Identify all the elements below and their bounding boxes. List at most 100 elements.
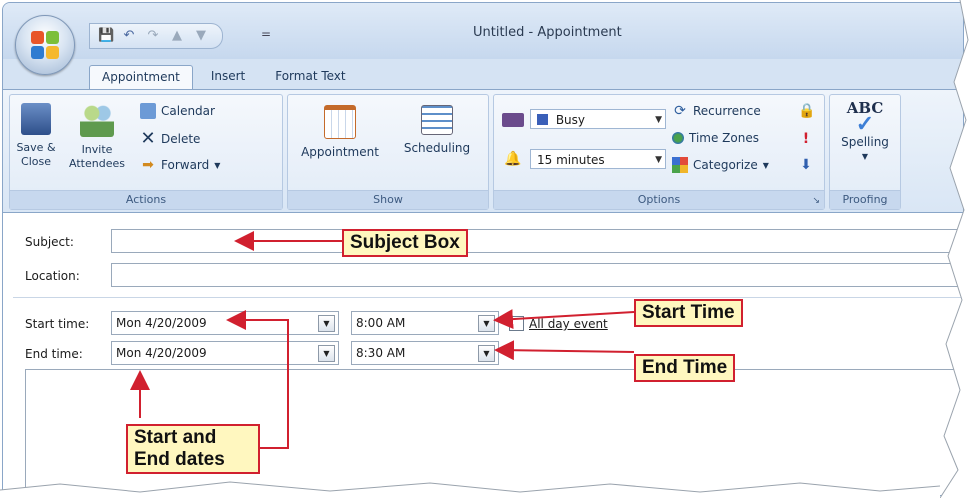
show-group: Appointment Scheduling Show — [287, 94, 670, 210]
calendar-label: Calendar — [161, 104, 215, 118]
recurrence-label: Recurrence — [693, 104, 761, 118]
appointment-label: Appointment — [301, 145, 379, 159]
outlook-appointment-window: 💾 ↶ ↷ ▲ ▼ = Untitled - Appointment Appoi… — [2, 2, 964, 496]
location-label: Location: — [25, 269, 80, 283]
busy-value: Busy — [555, 113, 586, 127]
redo-icon[interactable]: ↷ — [146, 29, 160, 43]
tab-format-text[interactable]: Format Text — [263, 65, 357, 89]
callout-subject-box: Subject Box — [342, 229, 468, 257]
scheduling-label: Scheduling — [403, 141, 471, 155]
scheduling-button[interactable]: Scheduling — [392, 105, 482, 156]
office-button[interactable] — [15, 15, 75, 75]
previous-item-icon[interactable]: ▲ — [170, 29, 184, 43]
chevron-down-icon: ▼ — [655, 155, 662, 165]
callout-start-end-dates: Start and End dates — [126, 424, 260, 474]
end-date-combo[interactable]: Mon 4/20/2009 ▼ — [111, 341, 339, 365]
private-lock-icon[interactable]: 🔒 — [798, 103, 815, 119]
proofing-group: ABC ✓ Spelling ▼ Proofing — [829, 94, 901, 210]
time-zones-button[interactable]: Time Zones — [672, 131, 759, 145]
invite-attendees-button[interactable]: Invite Attendees — [62, 103, 132, 171]
divider — [13, 297, 963, 298]
delete-icon: ✕ — [140, 128, 156, 149]
next-item-icon[interactable]: ▼ — [194, 29, 208, 43]
save-close-label: Save & Close — [16, 141, 56, 168]
tab-appointment[interactable]: Appointment — [89, 65, 193, 89]
show-as-dropdown[interactable]: Busy ▼ — [530, 109, 666, 129]
undo-icon[interactable]: ↶ — [122, 29, 136, 43]
location-input[interactable] — [111, 263, 963, 287]
high-importance-icon[interactable]: ! — [798, 131, 814, 147]
delete-button[interactable]: ✕ Delete — [140, 128, 201, 149]
all-day-label[interactable]: All day event — [529, 317, 608, 331]
start-time-value: 8:00 AM — [356, 316, 406, 330]
chevron-down-icon: ▼ — [214, 160, 221, 170]
dialog-launcher-icon[interactable]: ↘ — [812, 196, 820, 206]
invite-attendees-icon — [80, 103, 114, 137]
scheduling-icon — [421, 105, 453, 135]
reminder-bell-icon: 🔔 — [504, 151, 522, 167]
subject-input[interactable] — [111, 229, 963, 253]
appointment-icon — [324, 105, 356, 139]
calendar-icon — [140, 103, 156, 119]
chevron-down-icon[interactable]: ▼ — [478, 345, 495, 362]
customize-qat-button[interactable]: = — [261, 27, 271, 41]
calendar-button[interactable]: Calendar — [140, 103, 215, 119]
appointment-view-content[interactable]: Appointment — [296, 105, 384, 160]
end-time-value: 8:30 AM — [356, 346, 406, 360]
window-title: Untitled - Appointment — [473, 25, 622, 40]
forward-label: Forward — [161, 158, 210, 172]
callout-end-time: End Time — [634, 354, 736, 382]
invite-attendees-label: Invite Attendees — [69, 143, 125, 170]
reminder-value: 15 minutes — [537, 153, 605, 167]
show-group-label: Show — [288, 190, 488, 209]
actions-group-label: Actions — [10, 190, 282, 209]
forward-icon: ➡ — [142, 157, 154, 173]
options-group-label: Options — [494, 190, 824, 209]
start-date-combo[interactable]: Mon 4/20/2009 ▼ — [111, 311, 339, 335]
start-time-label: Start time: — [25, 317, 90, 331]
options-group: Busy ▼ 🔔 15 minutes ▼ ⟳ Recurrence Time … — [493, 94, 825, 210]
save-close-icon — [21, 103, 51, 135]
start-date-value: Mon 4/20/2009 — [116, 316, 207, 330]
save-close-button[interactable]: Save & Close — [14, 103, 58, 169]
ribbon-tabs: Appointment Insert Format Text — [89, 65, 358, 89]
start-time-combo[interactable]: 8:00 AM ▼ — [351, 311, 499, 335]
end-date-value: Mon 4/20/2009 — [116, 346, 207, 360]
actions-group: Save & Close Invite Attendees Calendar ✕… — [9, 94, 283, 210]
proofing-group-label: Proofing — [830, 190, 900, 209]
quick-access-toolbar: 💾 ↶ ↷ ▲ ▼ — [89, 23, 223, 49]
globe-icon — [672, 132, 684, 144]
chevron-down-icon[interactable]: ▼ — [318, 315, 335, 332]
chevron-down-icon: ▼ — [655, 115, 662, 125]
reminder-dropdown[interactable]: 15 minutes ▼ — [530, 149, 666, 169]
spelling-button[interactable]: ABC ✓ Spelling ▼ — [836, 101, 894, 164]
callout-dates-line1: Start and — [134, 427, 217, 448]
ribbon: Save & Close Invite Attendees Calendar ✕… — [3, 89, 963, 213]
callout-dates-line2: End dates — [134, 449, 225, 470]
categorize-icon — [672, 157, 688, 173]
recurrence-icon: ⟳ — [674, 103, 686, 119]
chevron-down-icon: ▼ — [762, 160, 769, 170]
low-importance-icon[interactable]: ⬇ — [798, 157, 814, 173]
spelling-label: Spelling — [841, 135, 889, 149]
save-icon[interactable]: 💾 — [98, 29, 114, 43]
tab-insert[interactable]: Insert — [199, 65, 257, 89]
end-time-combo[interactable]: 8:30 AM ▼ — [351, 341, 499, 365]
chevron-down-icon: ▼ — [861, 152, 869, 161]
office-logo-icon — [31, 31, 59, 59]
recurrence-button[interactable]: ⟳ Recurrence — [672, 103, 761, 119]
show-as-icon — [502, 113, 524, 127]
end-time-label: End time: — [25, 347, 83, 361]
forward-button[interactable]: ➡ Forward ▼ — [140, 157, 220, 173]
callout-start-time: Start Time — [634, 299, 743, 327]
categorize-label: Categorize — [693, 158, 758, 172]
chevron-down-icon[interactable]: ▼ — [318, 345, 335, 362]
spelling-icon: ABC ✓ — [846, 99, 884, 137]
title-bar: 💾 ↶ ↷ ▲ ▼ = Untitled - Appointment — [3, 3, 963, 59]
busy-swatch-icon — [537, 114, 548, 125]
subject-label: Subject: — [25, 235, 74, 249]
all-day-checkbox[interactable] — [509, 316, 524, 331]
categorize-button[interactable]: Categorize ▼ — [672, 157, 769, 173]
delete-label: Delete — [161, 132, 201, 146]
chevron-down-icon[interactable]: ▼ — [478, 315, 495, 332]
